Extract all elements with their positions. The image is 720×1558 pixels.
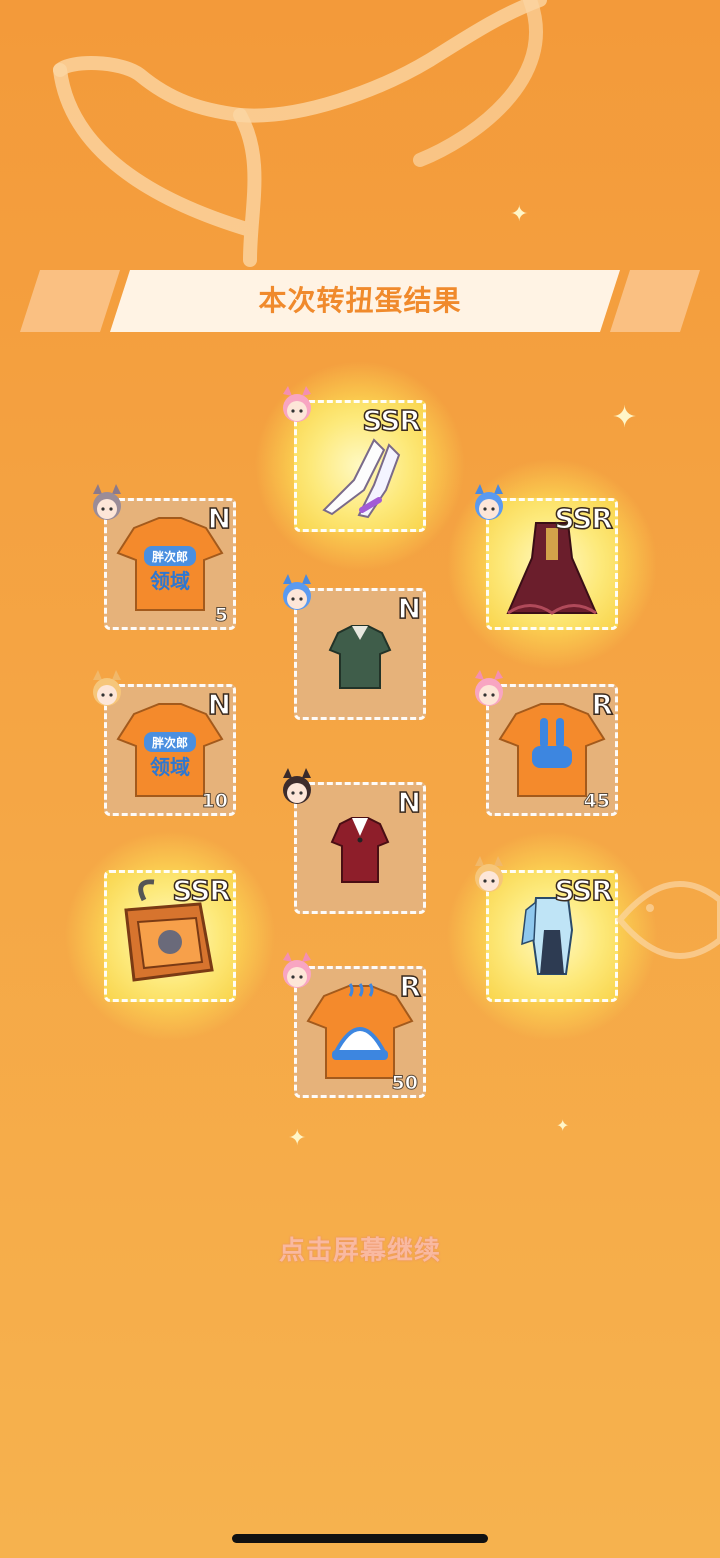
svg-text:领域: 领域 xyxy=(150,755,190,779)
blue-cat-girl-avatar xyxy=(475,484,503,520)
sparkle-icon: ✦ xyxy=(556,1116,570,1135)
blonde-fox-girl-avatar xyxy=(475,856,503,892)
gacha-item-n-green-top[interactable]: N xyxy=(283,574,426,720)
rarity-badge: N xyxy=(397,591,422,626)
item-count: 50 xyxy=(391,1072,418,1095)
svg-text:胖次郎: 胖次郎 xyxy=(151,549,188,564)
rarity-badge: N xyxy=(397,785,422,820)
rarity-badge: R xyxy=(399,969,422,1004)
home-indicator[interactable] xyxy=(232,1534,488,1543)
blonde-fox-girl-avatar xyxy=(93,670,121,706)
gray-hair-girl-avatar xyxy=(93,484,121,520)
rarity-badge: SSR xyxy=(554,873,614,908)
sparkle-icon: ✦ xyxy=(510,202,529,227)
svg-text:领域: 领域 xyxy=(150,569,190,593)
rarity-badge: SSR xyxy=(554,501,614,536)
gacha-item-n-tshirt[interactable]: 胖次郎 领域 N 5 xyxy=(93,484,236,630)
sparkle-icon: ✦ xyxy=(288,1126,307,1151)
gacha-item-ssr-gothic-dress[interactable]: SSR xyxy=(446,458,658,670)
pink-cat-girl-avatar xyxy=(475,670,503,706)
rarity-badge: N xyxy=(207,501,232,536)
gacha-item-r-cat-tshirt[interactable]: R 50 xyxy=(283,952,426,1098)
gacha-item-n-red-jacket[interactable]: N xyxy=(283,768,426,914)
rarity-badge: R xyxy=(591,687,614,722)
rarity-badge: SSR xyxy=(362,403,422,438)
sparkle-icon: ✦ xyxy=(612,400,638,435)
item-count: 5 xyxy=(214,604,228,627)
dark-hair-girl-avatar xyxy=(283,768,311,804)
gacha-item-r-bunny-tshirt[interactable]: R 45 xyxy=(475,670,618,816)
gacha-item-n-tshirt[interactable]: 胖次郎 领域 N 10 xyxy=(93,670,236,816)
pink-cat-girl-avatar xyxy=(283,952,311,988)
rarity-badge: N xyxy=(207,687,232,722)
item-count: 10 xyxy=(201,790,228,813)
fish-decoration-icon xyxy=(616,881,720,959)
svg-text:胖次郎: 胖次郎 xyxy=(151,735,188,750)
gacha-item-ssr-stockings[interactable]: SSR xyxy=(254,360,466,572)
tap-to-continue[interactable]: 点击屏幕继续 xyxy=(0,1230,720,1267)
page-title: 本次转扭蛋结果 xyxy=(258,284,462,317)
gacha-item-ssr-blue-outfit[interactable]: SSR xyxy=(446,830,658,1042)
title-banner: 本次转扭蛋结果 xyxy=(0,266,720,336)
gacha-item-ssr-treasure-chest[interactable]: SSR xyxy=(64,830,276,1042)
item-count: 45 xyxy=(583,790,610,813)
rarity-badge: SSR xyxy=(172,873,232,908)
blue-cat-girl-avatar xyxy=(283,574,311,610)
pink-cat-girl-avatar xyxy=(283,386,311,422)
